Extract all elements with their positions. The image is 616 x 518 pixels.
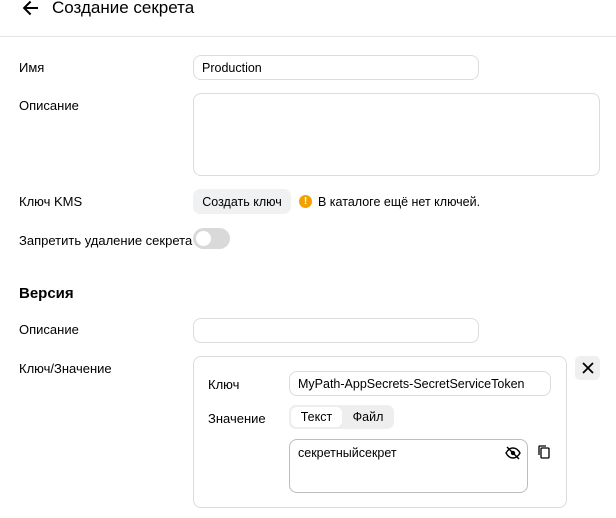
key-value-label: Ключ/Значение [19,361,112,376]
value-field-label: Значение [208,411,266,426]
key-field-label: Ключ [208,377,240,392]
kms-key-label: Ключ KMS [19,194,83,209]
deletion-protection-toggle[interactable] [193,228,230,249]
remove-entry-button[interactable] [575,356,600,380]
toggle-knob [196,231,211,246]
description-textarea[interactable] [193,93,600,176]
eye-slash-icon[interactable] [505,446,521,460]
value-textarea[interactable]: секретныйсекрет [289,439,528,493]
name-value: Production [202,61,262,75]
secret-value: секретныйсекрет [298,446,397,460]
page-header: Создание секрета [0,0,616,37]
tab-file[interactable]: Файл [344,407,392,427]
version-description-input[interactable] [193,318,479,343]
page-title: Создание секрета [52,0,195,17]
deletion-protection-label: Запретить удаление секрета [19,233,193,248]
name-input[interactable]: Production [193,55,479,80]
version-section-title: Версия [19,285,74,302]
kms-warning-text: В каталоге ещё нет ключей. [318,195,481,209]
back-arrow-icon[interactable] [22,0,40,18]
name-label: Имя [19,60,45,75]
description-label: Описание [19,98,79,113]
key-value: MyPath-AppSecrets-SecretServiceToken [298,377,525,391]
create-key-button[interactable]: Создать ключ [193,189,291,214]
tab-text[interactable]: Текст [291,407,342,427]
warning-icon: ! [299,195,312,208]
close-icon [581,362,594,374]
version-description-label: Описание [19,322,79,337]
key-input[interactable]: MyPath-AppSecrets-SecretServiceToken [289,371,551,396]
value-type-switch: Текст Файл [289,405,394,429]
copy-icon[interactable] [537,444,551,460]
